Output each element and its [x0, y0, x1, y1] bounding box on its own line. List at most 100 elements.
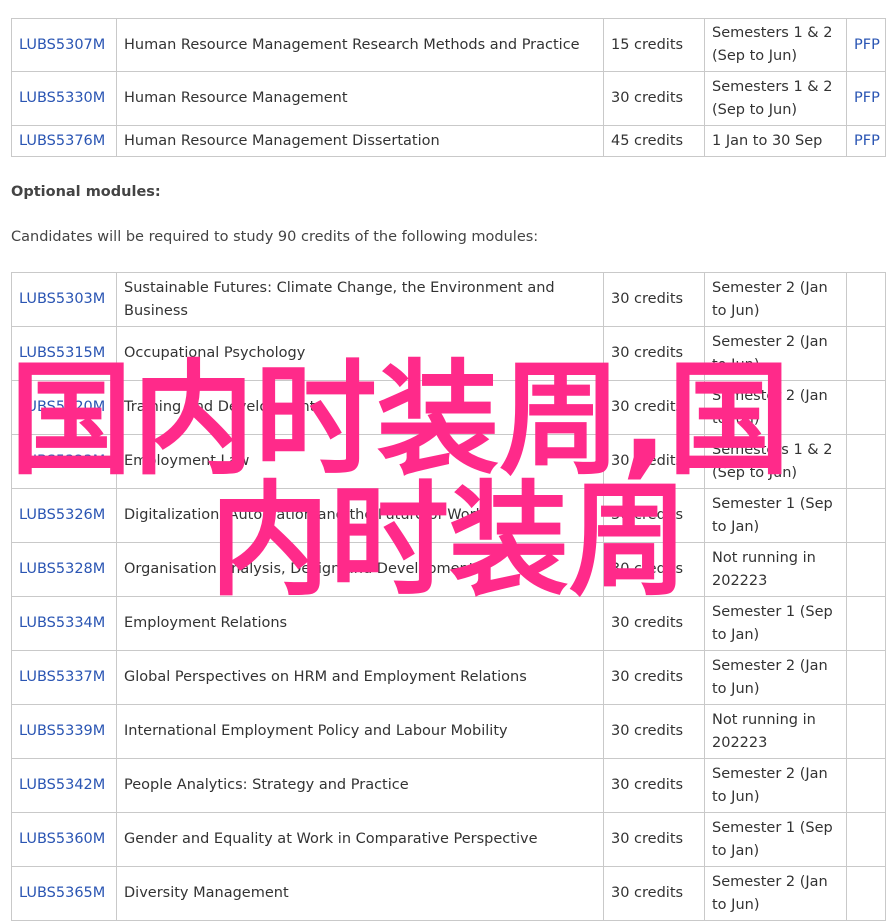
optional-modules-table: LUBS5303M Sustainable Futures: Climate Ch… [11, 272, 886, 921]
module-code-link[interactable]: LUBS5328M [19, 561, 105, 577]
module-semester: 1 Jan to 30 Sep [712, 132, 823, 149]
module-title-cell: Human Resource Management Research Metho… [116, 18, 604, 72]
module-credits: 30 credits [611, 777, 684, 793]
module-code-link-cell: LUBS5330M [11, 71, 117, 126]
module-title: Training and Development [124, 399, 316, 415]
module-code-link[interactable]: LUBS5330M [19, 90, 105, 106]
module-credits: 30 credits [611, 831, 684, 847]
module-title-cell: Human Resource Management Dissertation [116, 125, 604, 157]
module-code-link-cell: LUBS5339M [11, 704, 117, 759]
module-title: Digitalization, Automation and the Futur… [124, 507, 484, 523]
module-code-link[interactable]: LUBS5323M [19, 453, 105, 469]
table-row: LUBS5326M Digitalization, Automation and … [11, 488, 886, 543]
pfp-link[interactable]: PFP [854, 90, 880, 106]
module-title-cell: Sustainable Futures: Climate Change, the… [116, 272, 604, 327]
module-credits-cell: 30 credits [603, 326, 705, 381]
module-semester: Semester 1 (Sep to Jan) [712, 603, 833, 643]
module-semester-cell: Not running in 202223 [704, 704, 847, 759]
module-semester: Semesters 1 & 2 (Sep to Jun) [712, 25, 833, 64]
module-semester: Semester 2 (Jan to Jun) [712, 765, 828, 805]
module-code-link[interactable]: LUBS5360M [19, 831, 105, 847]
module-semester: Semester 2 (Jan to Jun) [712, 387, 828, 427]
module-code-link[interactable]: LUBS5376M [19, 133, 105, 149]
module-semester: Not running in 202223 [712, 711, 816, 751]
module-title: Sustainable Futures: Climate Change, the… [124, 279, 555, 319]
module-credits-cell: 15 credits [603, 18, 705, 72]
module-credits: 30 credits [611, 399, 684, 415]
module-code-link-cell: LUBS5307M [11, 18, 117, 72]
module-credits: 30 credits [611, 723, 684, 739]
module-semester-cell: Semester 2 (Jan to Jun) [704, 272, 847, 327]
module-title: Global Perspectives on HRM and Employmen… [124, 669, 527, 685]
optional-modules-note: Candidates will be required to study 90 … [11, 229, 539, 245]
module-semester-cell: Semester 1 (Sep to Jan) [704, 596, 847, 651]
pfp-link-cell: PFP [846, 18, 886, 72]
module-code-link[interactable]: LUBS5337M [19, 669, 105, 685]
pfp-link[interactable]: PFP [854, 37, 880, 53]
module-code-link[interactable]: LUBS5334M [19, 615, 105, 631]
module-code-link[interactable]: LUBS5315M [19, 345, 105, 361]
module-code-link-cell: LUBS5303M [11, 272, 117, 327]
empty-cell [846, 272, 886, 327]
module-title: Employment Relations [124, 615, 288, 631]
module-title-cell: Gender and Equality at Work in Comparati… [116, 812, 604, 867]
module-title: Human Resource Management Dissertation [124, 132, 440, 149]
module-semester-cell: Semester 1 (Sep to Jan) [704, 812, 847, 867]
module-credits-cell: 30 credits [603, 704, 705, 759]
module-semester: Semesters 1 & 2 (Sep to Jun) [712, 78, 833, 118]
empty-cell [846, 596, 886, 651]
table-row: LUBS5303M Sustainable Futures: Climate Ch… [11, 272, 886, 327]
pfp-link-cell: PFP [846, 71, 886, 126]
module-credits-cell: 30 credits [603, 812, 705, 867]
module-title-cell: Diversity Management [116, 866, 604, 921]
module-title-cell: Global Perspectives on HRM and Employmen… [116, 650, 604, 705]
module-code-link-cell: LUBS5334M [11, 596, 117, 651]
empty-cell [846, 542, 886, 597]
module-code-link-cell: LUBS5365M [11, 866, 117, 921]
empty-cell [846, 380, 886, 435]
module-code-link[interactable]: LUBS5303M [19, 291, 105, 307]
module-title-cell: Training and Development [116, 380, 604, 435]
module-semester-cell: Semester 2 (Jan to Jun) [704, 758, 847, 813]
module-credits-cell: 30 credits [603, 596, 705, 651]
module-code-link[interactable]: LUBS5365M [19, 885, 105, 901]
module-credits: 30 credits [611, 615, 684, 631]
module-title: International Employment Policy and Labo… [124, 723, 508, 739]
module-credits-cell: 30 credits [603, 71, 705, 126]
module-title: Human Resource Management [124, 90, 348, 106]
module-title: Occupational Psychology [124, 345, 306, 361]
table-row: LUBS5330M Human Resource Management 30 cre… [11, 71, 886, 126]
module-code-link[interactable]: LUBS5342M [19, 777, 105, 793]
module-title: Human Resource Management Research Metho… [124, 36, 580, 53]
table-row: LUBS5315M Occupational Psychology 30 credi… [11, 326, 886, 381]
module-code-link-cell: LUBS5342M [11, 758, 117, 813]
module-title-cell: Occupational Psychology [116, 326, 604, 381]
module-semester-cell: Semester 2 (Jan to Jun) [704, 866, 847, 921]
module-code-link[interactable]: LUBS5339M [19, 723, 105, 739]
module-title: Employment Law [124, 453, 250, 469]
module-credits: 30 credits [611, 90, 684, 106]
module-code-link-cell: LUBS5323M [11, 434, 117, 489]
module-code-link[interactable]: LUBS5326M [19, 507, 105, 523]
module-credits: 30 credits [611, 453, 684, 469]
module-semester-cell: Semester 1 (Sep to Jan) [704, 488, 847, 543]
module-semester-cell: Semester 2 (Jan to Jun) [704, 650, 847, 705]
empty-cell [846, 650, 886, 705]
module-credits-cell: 30 credits [603, 650, 705, 705]
pfp-link[interactable]: PFP [854, 133, 880, 149]
module-semester-cell: Semesters 1 & 2 (Sep to Jun) [704, 434, 847, 489]
module-code-link-cell: LUBS5326M [11, 488, 117, 543]
pfp-link-cell: PFP [846, 125, 886, 157]
module-credits-cell: 45 credits [603, 125, 705, 157]
module-code-link-cell: LUBS5315M [11, 326, 117, 381]
module-code-link-cell: LUBS5360M [11, 812, 117, 867]
module-credits-cell: 30 credits [603, 758, 705, 813]
table-row: LUBS5360M Gender and Equality at Work in … [11, 812, 886, 867]
empty-cell [846, 866, 886, 921]
table-row: LUBS5337M Global Perspectives on HRM and … [11, 650, 886, 705]
module-title: Diversity Management [124, 885, 289, 901]
module-semester: Semester 2 (Jan to Jun) [712, 279, 828, 319]
module-code-link[interactable]: LUBS5307M [19, 37, 105, 53]
optional-modules-heading: Optional modules: [11, 184, 161, 200]
module-code-link[interactable]: LUBS5320M [19, 399, 105, 415]
